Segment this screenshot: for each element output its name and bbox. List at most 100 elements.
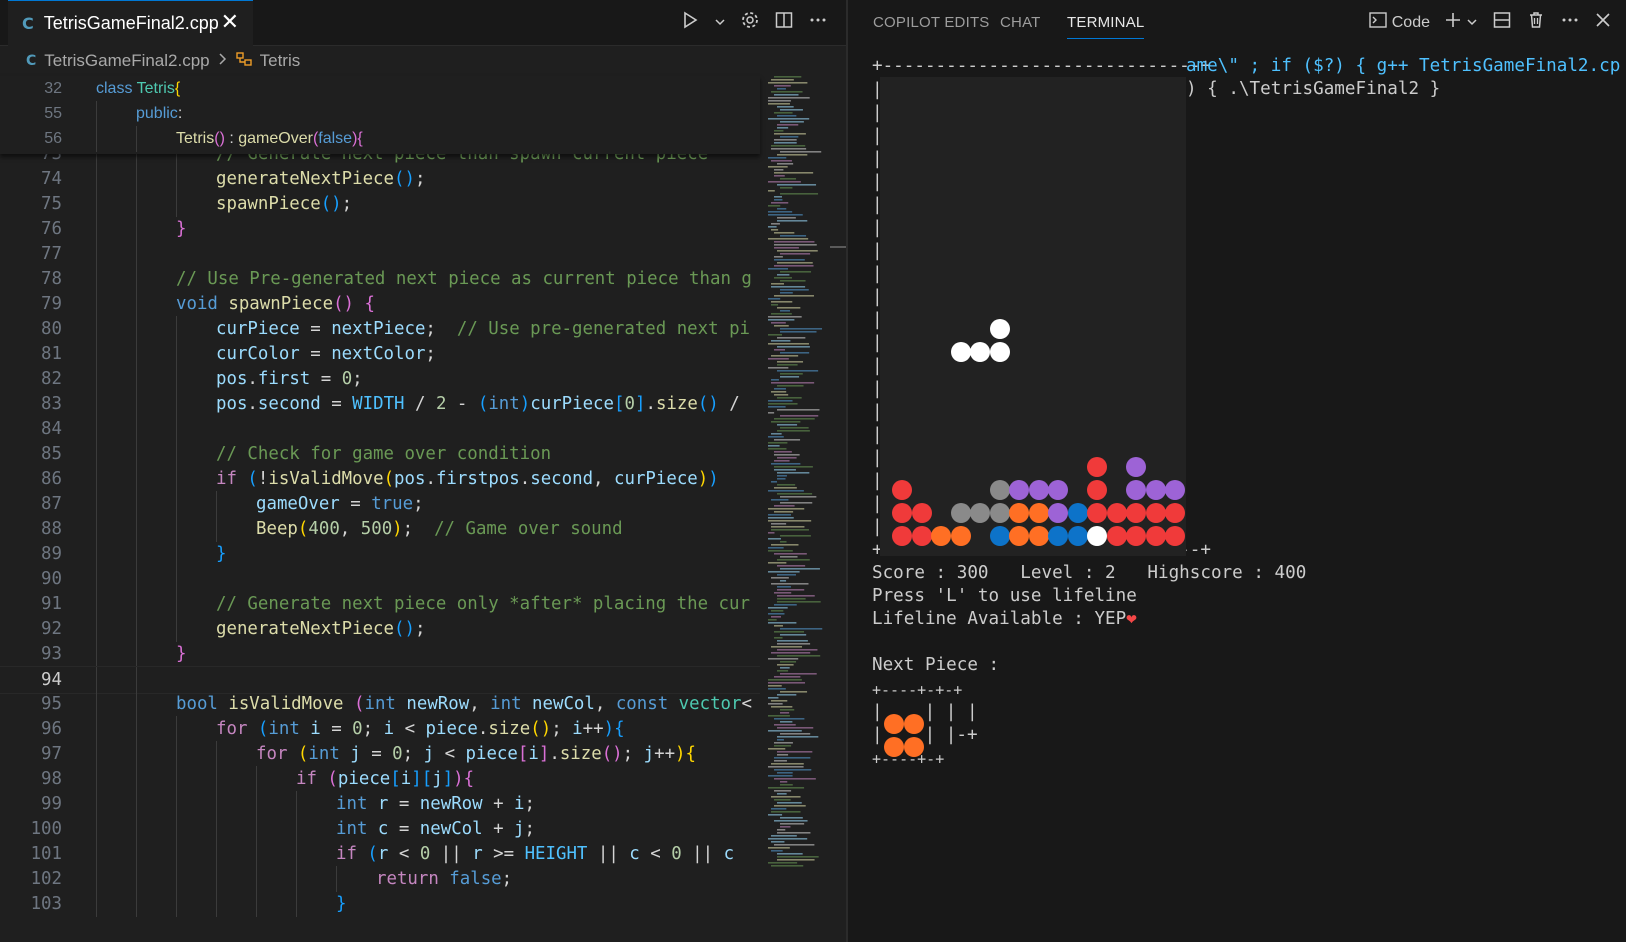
minimap-line [780, 331, 817, 333]
code-line[interactable]: 97 for (int j = 0; j < piece[i].size(); j… [0, 741, 760, 767]
minimap-line [777, 655, 821, 657]
terminal-profile-icon[interactable] [1368, 10, 1388, 35]
stacked-block [1106, 503, 1127, 523]
minimap-line [780, 178, 797, 180]
more-actions-icon[interactable] [1560, 10, 1580, 35]
code-line[interactable]: 89} [0, 541, 760, 567]
code-line[interactable]: 55 public: [0, 101, 760, 127]
minimap-line [774, 130, 784, 132]
more-actions-icon[interactable] [808, 10, 828, 35]
code-line[interactable]: 102 return false; [0, 866, 760, 892]
minimap-line [768, 436, 784, 438]
close-tab-icon[interactable]: ✕ [221, 9, 239, 35]
minimap-line [777, 106, 794, 108]
minimap-line [771, 313, 792, 315]
code-line[interactable]: 90 [0, 566, 760, 592]
code-line[interactable]: 32 class Tetris{ [0, 76, 760, 102]
code-line[interactable]: 87 gameOver = true; [0, 491, 760, 517]
indent-guide [96, 641, 97, 667]
tab-chat[interactable]: CHAT [1000, 0, 1041, 45]
code-line[interactable]: 78 // Use Pre-generated next piece as cur… [0, 266, 760, 292]
code-line[interactable]: 80 curPiece = nextPiece; // Use pre-gener… [0, 316, 760, 342]
indent-guide [96, 716, 97, 742]
minimap-line [771, 544, 799, 546]
score-line: Score : 300 Level : 2 Highscore : 400 [872, 563, 1307, 583]
minimap-line [771, 652, 811, 654]
minimap-line [780, 823, 805, 825]
close-panel-icon[interactable] [1594, 11, 1612, 34]
code-line[interactable]: 101 if (r < 0 || r >= HEIGHT || c < 0 || … [0, 841, 760, 867]
stacked-block [1087, 457, 1107, 477]
minimap-line [768, 703, 783, 705]
code-line[interactable]: 100 int c = newCol + j; [0, 816, 760, 842]
chevron-down-icon[interactable] [1466, 12, 1478, 33]
minimap-line [780, 535, 811, 537]
code-line[interactable]: 84 [0, 416, 760, 442]
minimap[interactable] [760, 76, 846, 942]
code-area[interactable]: 73// Generate next piece than spawn curr… [0, 76, 760, 942]
code-line[interactable]: 79 void spawnPiece() { [0, 291, 760, 317]
minimap-line [774, 394, 789, 396]
indent-guide [96, 101, 97, 127]
tab-terminal[interactable]: TERMINAL [1067, 0, 1145, 39]
editor-tab-tetrisgamefinal2[interactable]: C TetrisGameFinal2.cpp ✕ [8, 0, 253, 46]
tab-copilot-edits[interactable]: COPILOT EDITS [873, 0, 990, 45]
active-piece-block [989, 319, 1010, 339]
code-line[interactable]: 92 generateNextPiece(); [0, 616, 760, 642]
minimap-line [780, 502, 813, 504]
minimap-line [774, 844, 815, 846]
minimap-line [771, 160, 792, 162]
indent-guide [96, 741, 97, 767]
minimap-line [774, 139, 797, 141]
code-line[interactable]: 95 bool isValidMove (int newRow, int newC… [0, 691, 760, 717]
code-line[interactable]: 88 Beep(400, 500); // Game over sound [0, 516, 760, 542]
minimap-line [780, 310, 790, 312]
code-line[interactable]: 77 [0, 241, 760, 267]
indent-guide [136, 341, 137, 367]
code-line[interactable]: 83 pos.second = WIDTH / 2 - (int)curPiece… [0, 391, 760, 417]
code-text: Beep(400, 500); // Game over sound [256, 519, 623, 539]
run-icon[interactable] [680, 10, 700, 35]
indent-guide [96, 516, 97, 542]
stacked-block [1126, 503, 1146, 523]
code-line[interactable]: 74 generateNextPiece(); [0, 166, 760, 192]
minimap-line [771, 304, 779, 306]
code-line[interactable]: 76} [0, 216, 760, 242]
minimap-line [780, 427, 809, 429]
code-line[interactable]: 96 for (int i = 0; i < piece.size(); i++)… [0, 716, 760, 742]
code-line[interactable]: 94 [0, 666, 760, 694]
code-line[interactable]: 56 Tetris() : gameOver(false){ [0, 126, 760, 152]
breadcrumb-symbol[interactable]: Tetris [260, 51, 301, 71]
stacked-block [1145, 503, 1166, 523]
line-number: 75 [41, 194, 62, 214]
code-line[interactable]: 103} [0, 891, 760, 917]
code-line[interactable]: 86 if (!isValidMove(pos.firstpos.second, … [0, 466, 760, 492]
code-line[interactable]: 93} [0, 641, 760, 667]
code-line[interactable]: 85 // Check for game over condition [0, 441, 760, 467]
code-text: } [216, 544, 227, 564]
trash-icon[interactable] [1526, 10, 1546, 35]
split-editor-icon[interactable] [774, 10, 794, 35]
code-line[interactable]: 99 int r = newRow + i; [0, 791, 760, 817]
code-line[interactable]: 98 if (piece[i][j]){ [0, 766, 760, 792]
indent-guide [136, 541, 137, 567]
terminal-profile-label[interactable]: Code [1392, 14, 1430, 32]
new-terminal-icon[interactable] [1444, 11, 1462, 34]
chevron-down-icon[interactable] [714, 12, 726, 33]
minimap-line [768, 715, 790, 717]
line-number: 84 [41, 419, 62, 439]
minimap-line [768, 358, 789, 360]
minimap-line [780, 193, 819, 195]
indent-guide [176, 466, 177, 492]
code-line[interactable]: 91 // Generate next piece only *after* pl… [0, 591, 760, 617]
panel-actions: Code [1368, 0, 1612, 45]
code-line[interactable]: 81 curColor = nextColor; [0, 341, 760, 367]
gear-icon[interactable] [740, 10, 760, 35]
minimap-line [768, 538, 781, 540]
sticky-scroll-header[interactable]: 32 class Tetris{55 public: 56 Tetris() : gam… [0, 76, 760, 154]
code-line[interactable]: 82 pos.first = 0; [0, 366, 760, 392]
indent-guide [136, 191, 137, 217]
code-line[interactable]: 75 spawnPiece(); [0, 191, 760, 217]
split-terminal-icon[interactable] [1492, 10, 1512, 35]
breadcrumb-file[interactable]: TetrisGameFinal2.cpp [44, 51, 209, 71]
